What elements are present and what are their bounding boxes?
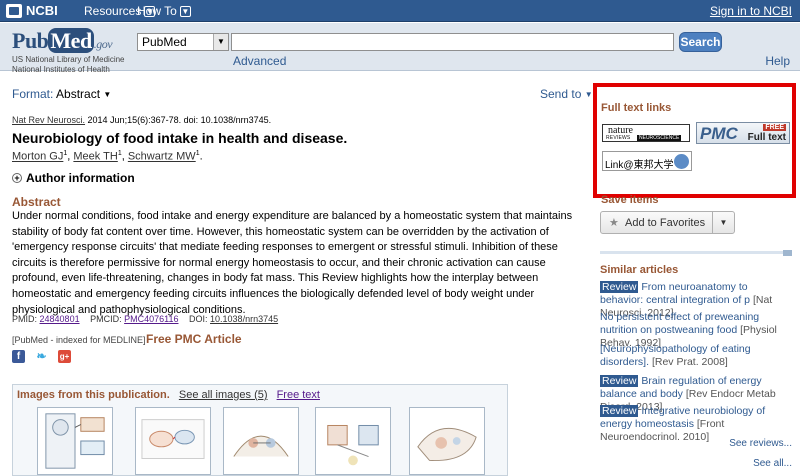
see-all-images-link[interactable]: See all images (5) <box>179 389 268 401</box>
advanced-search-link[interactable]: Advanced <box>233 54 286 68</box>
logo-subtitle-2: National Institutes of Health <box>12 65 110 74</box>
pubmed-wordmark: PubMed .gov <box>12 28 113 53</box>
abstract-heading: Abstract <box>12 195 61 209</box>
howto-menu[interactable]: How To ▼ <box>137 4 191 18</box>
images-panel: Images from this publication. See all im… <box>12 384 508 476</box>
twitter-icon[interactable]: ❧ <box>35 350 48 363</box>
see-all-link[interactable]: See all... <box>753 458 792 469</box>
chevron-down-icon: ▼ <box>179 5 191 17</box>
author-affiliation: 1 <box>195 150 200 157</box>
figure-thumbnail[interactable] <box>37 407 113 475</box>
author-affiliation: 1 <box>117 150 122 157</box>
free-badge: FREE <box>763 124 786 131</box>
pubmed-logo[interactable]: PubMed .gov US National Library of Medici… <box>12 28 125 74</box>
pmcid-link[interactable]: PMC4076116 <box>124 314 178 324</box>
logo-subtitle-1: US National Library of Medicine <box>12 55 125 64</box>
citation-details: 2014 Jun;15(6):367-78. doi: 10.1038/nrn3… <box>85 115 272 125</box>
figure-thumbnail[interactable] <box>135 407 211 475</box>
social-share: f ❧ g+ <box>12 350 71 363</box>
see-reviews-link[interactable]: See reviews... <box>729 438 792 449</box>
search-input[interactable] <box>231 33 674 51</box>
full-text-label: Full text <box>747 132 786 143</box>
facebook-icon[interactable]: f <box>12 350 25 363</box>
full-text-links-header: Full text links <box>601 102 672 114</box>
images-header: Images from this publication. See all im… <box>17 389 320 401</box>
ncbi-top-bar: NCBI Resources ▼ How To ▼ Sign in to NCB… <box>0 0 800 22</box>
pmid-link[interactable]: 24840801 <box>40 314 80 324</box>
database-select[interactable]: PubMed ▼ <box>137 33 229 51</box>
search-button[interactable]: Search <box>679 32 722 52</box>
add-to-favorites-label: Add to Favorites <box>625 217 706 229</box>
author-list: Morton GJ1, Meek TH1, Schwartz MW1. <box>12 150 203 163</box>
citation: Nat Rev Neurosci. 2014 Jun;15(6):367-78.… <box>12 115 271 125</box>
free-text-link[interactable]: Free text <box>277 389 320 401</box>
search-header: PubMed .gov US National Library of Medici… <box>0 23 800 74</box>
star-icon: ★ <box>609 217 619 229</box>
doi-link[interactable]: 10.1038/nrn3745 <box>210 314 278 324</box>
chevron-down-icon[interactable]: ▼ <box>712 212 734 233</box>
help-link[interactable]: Help <box>765 54 790 68</box>
ncbi-logo-icon <box>6 3 22 18</box>
similar-article-item[interactable]: [Neurophysiopathology of eating disorder… <box>600 343 793 369</box>
article-title: Neurobiology of food intake in health an… <box>12 130 348 146</box>
pmc-logo-text: PMC <box>700 124 738 143</box>
author-link[interactable]: Meek TH <box>73 151 117 163</box>
author-affiliation: 1 <box>63 150 68 157</box>
similar-article-title: No persistent effect of preweaning nutri… <box>600 311 760 336</box>
ncbi-logo[interactable]: NCBI <box>6 3 58 18</box>
nature-reviews-text: REVIEWS <box>606 135 631 141</box>
journal-link[interactable]: Nat Rev Neurosci. <box>12 115 85 125</box>
author-link[interactable]: Schwartz MW <box>128 151 196 163</box>
signin-link[interactable]: Sign in to NCBI <box>710 4 792 18</box>
images-title: Images from this publication. <box>17 389 170 401</box>
figure-thumbnail[interactable] <box>409 407 485 475</box>
free-pmc-article-label: Free PMC Article <box>146 332 242 346</box>
author-information-toggle[interactable]: + Author information <box>12 171 135 185</box>
chevron-down-icon: ▼ <box>213 34 228 50</box>
resources-label: Resources <box>84 4 142 18</box>
send-to-label: Send to <box>540 87 582 101</box>
indexing-status: [PubMed - indexed for MEDLINE] <box>12 335 146 345</box>
collapse-toggle-icon[interactable] <box>783 250 792 256</box>
send-to-menu[interactable]: Send to ▼ <box>540 87 593 101</box>
full-text-links-panel: Full text links nature REVIEWS NEUROSCIE… <box>593 83 796 198</box>
section-divider <box>600 251 790 254</box>
toho-university-label: Link@東邦大学 <box>605 160 674 171</box>
figure-thumbnail[interactable] <box>315 407 391 475</box>
format-selector[interactable]: Format: Abstract ▼ <box>12 87 111 101</box>
format-value: Abstract <box>56 87 101 101</box>
expand-plus-icon: + <box>12 173 22 183</box>
review-badge: Review <box>600 375 639 387</box>
author-link[interactable]: Morton GJ <box>12 151 63 163</box>
identifiers: PMID: 24840801 PMCID: PMC4076116 DOI: 10… <box>12 314 279 324</box>
author-information-label: Author information <box>26 171 135 185</box>
similar-article-source: [Rev Prat. 2008] <box>651 356 728 368</box>
toho-university-link[interactable]: Link@東邦大学 <box>602 151 692 171</box>
ncbi-logo-text: NCBI <box>26 3 58 18</box>
pmc-free-full-text-link[interactable]: PMC FREE Full text <box>696 122 790 144</box>
nature-reviews-neuroscience-link[interactable]: nature REVIEWS NEUROSCIENCE <box>602 124 690 142</box>
format-label: Format: <box>12 87 54 101</box>
review-badge: Review <box>600 405 639 417</box>
review-badge: Review <box>600 281 639 293</box>
google-plus-icon[interactable]: g+ <box>58 350 71 363</box>
nature-neuroscience-text: NEUROSCIENCE <box>637 135 682 141</box>
database-select-value: PubMed <box>142 35 187 49</box>
caret-down-icon: ▼ <box>584 90 593 99</box>
add-to-favorites-button[interactable]: ★ Add to Favorites ▼ <box>600 211 735 234</box>
abstract-text: Under normal conditions, food intake and… <box>12 210 573 316</box>
similar-articles-header: Similar articles <box>600 264 679 276</box>
toho-logo-icon <box>674 154 689 169</box>
caret-down-icon: ▼ <box>103 90 112 99</box>
howto-label: How To <box>137 4 177 18</box>
save-items-header: Save items <box>601 194 659 206</box>
figure-thumbnail[interactable] <box>223 407 299 475</box>
